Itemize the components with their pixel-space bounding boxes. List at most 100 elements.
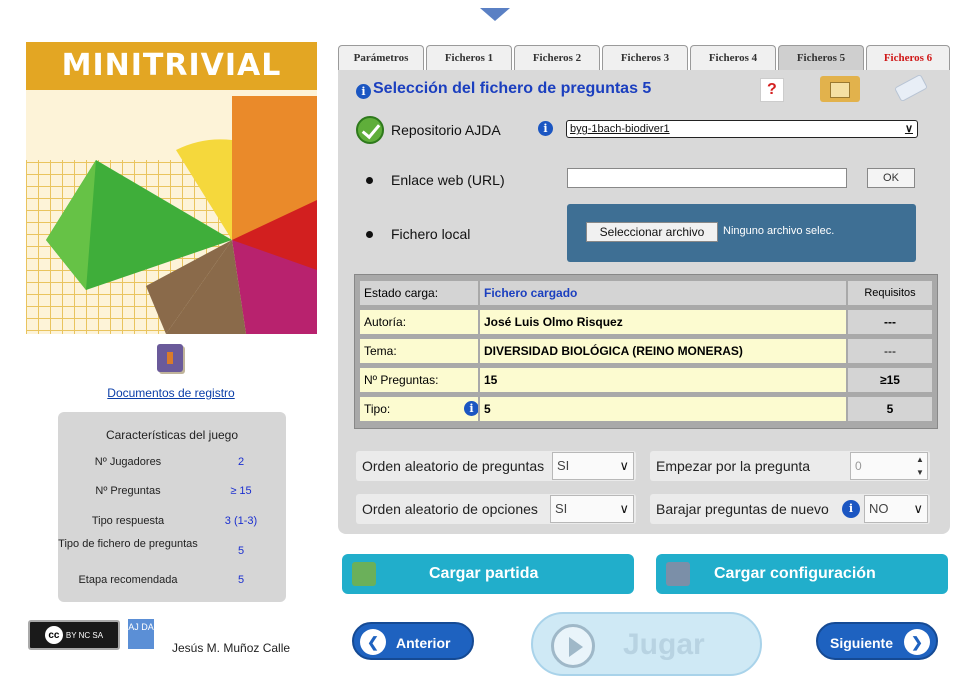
feature-row: Etapa recomendada 5: [58, 574, 286, 602]
table-row-value: 15: [480, 368, 846, 392]
repository-select-value: byg-1bach-biodiver1: [570, 123, 670, 135]
stepper-arrows-icon[interactable]: ▲ ▼: [913, 453, 927, 479]
repository-label: Repositorio AJDA: [391, 122, 501, 138]
cc-icon: cc: [44, 626, 63, 644]
book-icon[interactable]: [157, 344, 183, 372]
url-input[interactable]: [567, 168, 847, 188]
load-config-label: Cargar configuración: [714, 565, 876, 582]
help-glyph: ?: [767, 81, 777, 98]
bullet-icon: [366, 231, 373, 238]
play-button[interactable]: Jugar: [531, 612, 762, 676]
table-row-label: Autoría:: [360, 310, 478, 334]
cover-title: MINITRIVIAL: [26, 42, 317, 90]
table-row-requirement: ---: [848, 339, 932, 363]
info-icon[interactable]: i: [464, 401, 478, 416]
folder-icon[interactable]: [820, 76, 860, 102]
table-row-label: Tema:: [360, 339, 478, 363]
load-game-icon: [352, 562, 376, 586]
creative-commons-license[interactable]: cc BY NC SA: [28, 620, 120, 650]
play-icon: [551, 624, 595, 668]
table-header-cell: Estado carga:: [360, 281, 478, 305]
help-icon[interactable]: ?: [760, 78, 784, 102]
feature-label: Tipo de fichero de preguntas: [58, 538, 198, 550]
repository-select[interactable]: byg-1bach-biodiver1 ∨: [566, 120, 918, 138]
table-row-label: Tipo: i: [360, 397, 478, 421]
url-label: Enlace web (URL): [391, 172, 505, 188]
table-row-value: 5: [480, 397, 846, 421]
feature-label: Nº Preguntas: [95, 485, 161, 497]
cc-terms: BY NC SA: [65, 630, 104, 640]
tab-ficheros-2[interactable]: Ficheros 2: [514, 45, 600, 70]
author-name: Jesús M. Muñoz Calle: [172, 641, 291, 655]
panel-title: i Selección del fichero de preguntas 5: [356, 80, 651, 99]
panel-title-text: Selección del fichero de preguntas 5: [373, 80, 652, 97]
start-question-option: Empezar por la pregunta 0 ▲ ▼: [650, 451, 930, 481]
random-questions-option: Orden aleatorio de preguntas SI ∨: [356, 451, 636, 481]
load-status-table: Estado carga: Fichero cargado Requisitos…: [354, 274, 938, 429]
table-row-label-text: Tipo:: [364, 402, 391, 416]
feature-row: Tipo de fichero de preguntas 5: [58, 538, 286, 566]
tab-ficheros-3[interactable]: Ficheros 3: [602, 45, 688, 70]
feature-label: Tipo respuesta: [91, 515, 165, 527]
table-row-requirement: 5: [848, 397, 932, 421]
random-questions-label: Orden aleatorio de preguntas: [362, 458, 545, 474]
table-header-cell: Requisitos: [848, 281, 932, 305]
chevron-down-icon: ∨: [904, 123, 913, 135]
random-questions-select[interactable]: SI ∨: [552, 452, 634, 480]
chevron-down-icon[interactable]: [478, 6, 512, 24]
game-features-panel: Características del juego Nº Jugadores 2…: [58, 412, 286, 602]
chevron-down-icon: ∨: [619, 458, 629, 473]
tab-ficheros-1[interactable]: Ficheros 1: [426, 45, 512, 70]
reshuffle-label: Barajar preguntas de nuevo: [656, 501, 829, 517]
reshuffle-value: NO: [869, 501, 889, 516]
feature-value: 5: [237, 545, 245, 557]
start-question-value: 0: [855, 459, 862, 473]
feature-row: Nº Jugadores 2: [58, 456, 286, 484]
ok-button[interactable]: OK: [867, 168, 915, 188]
reshuffle-option: Barajar preguntas de nuevo i NO ∨: [650, 494, 930, 524]
table-row-requirement: ≥15: [848, 368, 932, 392]
info-icon[interactable]: i: [356, 84, 371, 99]
feature-value: 5: [237, 574, 245, 586]
random-questions-value: SI: [557, 458, 570, 473]
load-game-button[interactable]: Cargar partida: [342, 554, 634, 594]
no-file-text: Ninguno archivo selec.: [723, 225, 835, 237]
ajda-logo[interactable]: AJ DA: [128, 619, 154, 649]
feature-value: 3 (1-3): [224, 515, 258, 527]
features-title: Características del juego: [105, 428, 239, 442]
random-options-option: Orden aleatorio de opciones SI ∨: [356, 494, 636, 524]
start-question-label: Empezar por la pregunta: [656, 458, 811, 474]
chevron-down-icon: ∨: [913, 501, 923, 516]
feature-value: 2: [237, 456, 245, 468]
next-label: Siguiente: [830, 635, 894, 651]
cover-art: [26, 90, 317, 334]
tab-ficheros-5[interactable]: Ficheros 5: [778, 45, 864, 70]
chevron-left-icon: ❮: [360, 629, 386, 655]
load-game-label: Cargar partida: [429, 565, 539, 582]
random-options-select[interactable]: SI ∨: [550, 495, 634, 523]
info-icon[interactable]: i: [842, 500, 860, 518]
tab-parametros[interactable]: Parámetros: [338, 45, 424, 70]
previous-button[interactable]: ❮ Anterior: [352, 622, 474, 660]
chevron-down-icon: ∨: [619, 501, 629, 516]
feature-label: Etapa recomendada: [78, 574, 178, 586]
info-icon[interactable]: i: [538, 121, 553, 136]
reshuffle-select[interactable]: NO ∨: [864, 495, 928, 523]
bullet-icon: [366, 177, 373, 184]
table-row-value: DIVERSIDAD BIOLÓGICA (REINO MONERAS): [480, 339, 846, 363]
local-file-label: Fichero local: [391, 226, 471, 242]
table-row-label: Nº Preguntas:: [360, 368, 478, 392]
next-button[interactable]: Siguiente ❯: [816, 622, 938, 660]
documents-link[interactable]: Documentos de registro: [86, 386, 256, 400]
load-config-button[interactable]: Cargar configuración: [656, 554, 948, 594]
tab-ficheros-6[interactable]: Ficheros 6: [866, 45, 950, 70]
feature-label: Nº Jugadores: [94, 456, 162, 468]
tab-ficheros-4[interactable]: Ficheros 4: [690, 45, 776, 70]
start-question-stepper[interactable]: 0 ▲ ▼: [850, 452, 928, 480]
play-label: Jugar: [623, 628, 705, 661]
table-row-requirement: ---: [848, 310, 932, 334]
game-cover: MINITRIVIAL: [26, 42, 317, 334]
select-file-button[interactable]: Seleccionar archivo: [586, 222, 718, 242]
check-icon: [356, 116, 384, 144]
previous-label: Anterior: [396, 635, 451, 651]
